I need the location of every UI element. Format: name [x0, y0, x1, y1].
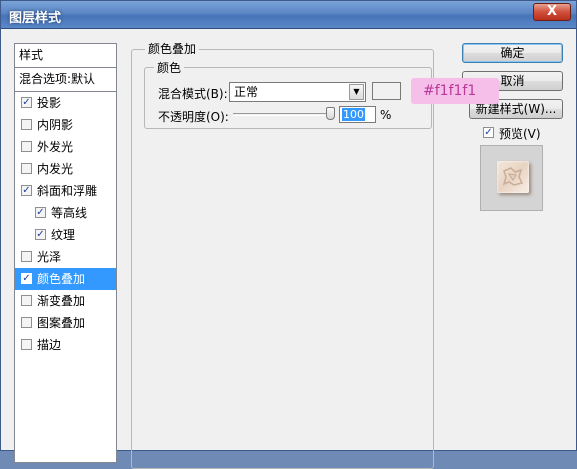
style-item-label: 内阴影: [37, 118, 74, 132]
style-item[interactable]: ✓ 斜面和浮雕: [15, 180, 116, 202]
style-checkbox[interactable]: [21, 295, 32, 306]
styles-list: 样式 混合选项:默认 ✓ 投影内阴影外发光内发光 ✓ 斜面和浮雕 ✓ 等高线 ✓ 纹理光泽 ✓ 颜…: [14, 43, 117, 463]
preview-check-icon[interactable]: ✓: [483, 127, 494, 138]
style-item-label: 斜面和浮雕: [37, 184, 98, 198]
style-checkbox[interactable]: ✓: [21, 185, 32, 196]
opacity-unit: %: [380, 108, 392, 122]
style-item[interactable]: ✓ 颜色叠加: [15, 268, 116, 290]
style-checkbox[interactable]: [21, 317, 32, 328]
style-checkbox[interactable]: ✓: [35, 207, 46, 218]
style-item-label: 颜色叠加: [37, 272, 86, 286]
title-bar[interactable]: 图层样式 X: [1, 1, 576, 29]
style-checkbox[interactable]: [21, 119, 32, 130]
style-item[interactable]: 内阴影: [15, 114, 116, 136]
style-checkbox[interactable]: [21, 163, 32, 174]
style-item-label: 投影: [37, 96, 62, 110]
overlay-color-swatch[interactable]: [372, 82, 401, 100]
preview-checkbox[interactable]: ✓ 预览(V): [483, 125, 541, 142]
preview-label: 预览(V): [499, 127, 541, 141]
close-button[interactable]: X: [533, 3, 571, 21]
style-checkbox[interactable]: [21, 339, 32, 350]
blend-mode-label: 混合模式(B):: [158, 87, 228, 101]
style-checkbox[interactable]: [21, 141, 32, 152]
opacity-slider-track[interactable]: [233, 113, 333, 116]
style-item[interactable]: 描边: [15, 334, 116, 356]
ok-button[interactable]: 确定: [462, 43, 563, 63]
style-item[interactable]: ✓ 纹理: [15, 224, 116, 246]
style-item-label: 等高线: [51, 206, 88, 220]
opacity-value: 100: [342, 108, 365, 121]
style-items: ✓ 投影内阴影外发光内发光 ✓ 斜面和浮雕 ✓ 等高线 ✓ 纹理光泽 ✓ 颜色叠加渐变叠加图案叠加…: [15, 92, 116, 356]
style-checkbox[interactable]: ✓: [21, 273, 32, 284]
styles-header[interactable]: 样式: [15, 44, 116, 68]
opacity-slider-thumb[interactable]: [326, 107, 335, 120]
opacity-input[interactable]: 100: [339, 106, 376, 123]
style-item[interactable]: 光泽: [15, 246, 116, 268]
layer-style-dialog: 图层样式 X 样式 混合选项:默认 ✓ 投影内阴影外发光内发光 ✓ 斜面和浮雕 ✓ 等高线…: [0, 0, 577, 469]
dialog-content: 样式 混合选项:默认 ✓ 投影内阴影外发光内发光 ✓ 斜面和浮雕 ✓ 等高线 ✓ 纹理光泽 ✓ 颜…: [1, 30, 576, 469]
style-item-label: 外发光: [37, 140, 74, 154]
style-item-label: 渐变叠加: [37, 294, 86, 308]
style-checkbox[interactable]: ✓: [21, 97, 32, 108]
style-item[interactable]: 内发光: [15, 158, 116, 180]
style-item[interactable]: ✓ 等高线: [15, 202, 116, 224]
color-overlay-title: 颜色叠加: [145, 40, 200, 57]
style-item-label: 描边: [37, 338, 62, 352]
dropdown-arrow-icon[interactable]: ▼: [349, 84, 364, 100]
style-preview: [480, 145, 543, 211]
color-sub-title: 颜色: [154, 59, 185, 76]
dialog-title: 图层样式: [9, 11, 62, 26]
preview-pattern-icon: [502, 167, 524, 186]
style-item-label: 光泽: [37, 250, 62, 264]
color-annotation: #f1f1f1: [411, 78, 499, 104]
style-item-label: 内发光: [37, 162, 74, 176]
blend-mode-select[interactable]: 正常 ▼: [229, 82, 366, 102]
style-item-label: 纹理: [51, 228, 76, 242]
style-item[interactable]: ✓ 投影: [15, 92, 116, 114]
opacity-label: 不透明度(O):: [158, 110, 229, 124]
style-item-label: 图案叠加: [37, 316, 86, 330]
blending-options-item[interactable]: 混合选项:默认: [15, 68, 116, 92]
style-item[interactable]: 图案叠加: [15, 312, 116, 334]
style-item[interactable]: 外发光: [15, 136, 116, 158]
style-item[interactable]: 渐变叠加: [15, 290, 116, 312]
style-checkbox[interactable]: [21, 251, 32, 262]
style-checkbox[interactable]: ✓: [35, 229, 46, 240]
blend-mode-value: 正常: [234, 85, 259, 99]
preview-thumbnail: [497, 161, 529, 193]
